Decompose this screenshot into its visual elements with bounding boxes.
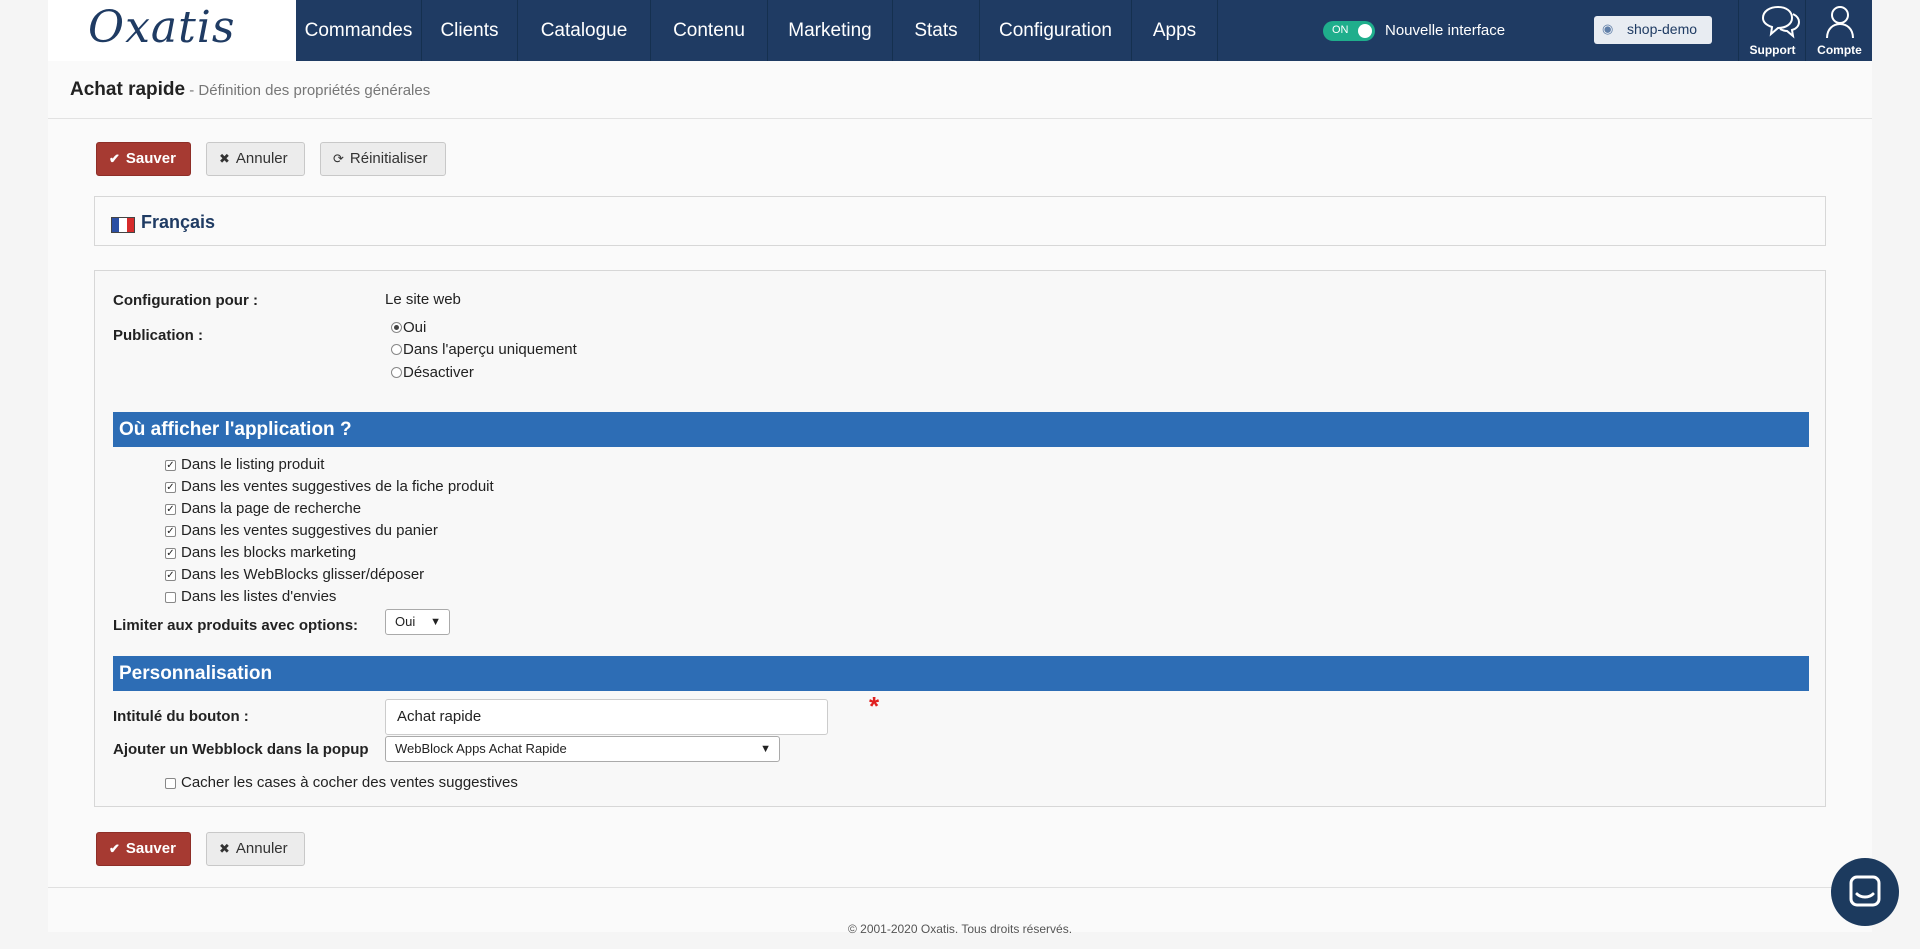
top-navigation-bar: Oxatis Commandes Clients Catalogue Conte… [48,0,1872,61]
page-subtitle: - Définition des propriétés générales [185,82,431,99]
save-label: Sauver [125,840,176,857]
limit-options-select[interactable]: Oui ▼ [385,609,450,635]
where-checkbox-listing[interactable]: ✓ [165,460,176,471]
nav-catalogue[interactable]: Catalogue [518,0,651,61]
where-checkbox-cart[interactable]: ✓ [165,526,176,537]
language-label[interactable]: Français [141,212,215,233]
webblock-label: Ajouter un Webblock dans la popup [113,741,369,758]
publication-radio-disable[interactable] [391,367,402,378]
support-button[interactable]: Support [1738,0,1806,61]
checkmark-icon: ✔ [109,841,120,856]
section-header-where: Où afficher l'application ? [113,412,1809,447]
title-divider [48,118,1872,119]
nav-marketing[interactable]: Marketing [768,0,893,61]
section-header-customization: Personnalisation [113,656,1809,691]
footer-divider [48,887,1872,888]
close-icon: ✖ [219,841,230,856]
publication-option-label: Dans l'aperçu uniquement [403,341,577,358]
save-label: Sauver [125,150,176,167]
nav-clients[interactable]: Clients [422,0,518,61]
where-option-label: Dans le listing produit [181,456,325,473]
chat-bubbles-icon [1761,5,1801,39]
cancel-button-top[interactable]: ✖ Annuler [206,142,305,176]
settings-form: Configuration pour : Le site web Publica… [94,270,1826,807]
where-option-label: Dans les listes d'envies [181,588,337,605]
logo-text: Oxatis [88,2,236,53]
webblock-value: WebBlock Apps Achat Rapide [395,741,567,756]
support-label: Support [1749,43,1796,57]
checkmark-icon: ✔ [109,151,120,166]
where-checkbox-wishlists[interactable] [165,592,176,603]
close-icon: ✖ [219,151,230,166]
page-title-main: Achat rapide [70,79,186,100]
webblock-select[interactable]: WebBlock Apps Achat Rapide ▼ [385,736,780,762]
user-icon [1826,6,1854,39]
new-interface-toggle[interactable]: ON [1323,21,1375,41]
french-flag-icon [111,217,135,233]
chat-icon [1849,875,1881,907]
page: Oxatis Commandes Clients Catalogue Conte… [48,0,1872,936]
cancel-label: Annuler [235,840,288,857]
chat-launcher-button[interactable] [1831,858,1899,926]
config-for-value: Le site web [385,291,461,308]
shop-demo-button[interactable]: ◉ shop-demo [1594,16,1712,44]
account-label: Compte [1817,43,1862,57]
eye-icon: ◉ [1602,21,1614,36]
limit-options-value: Oui [395,614,416,629]
shop-demo-label: shop-demo [1627,21,1698,37]
publication-label: Publication : [113,327,203,344]
where-option-label: Dans les blocks marketing [181,544,357,561]
toggle-knob [1358,24,1372,38]
oxatis-logo[interactable]: Oxatis [48,0,296,61]
button-label-label: Intitulé du bouton : [113,708,249,725]
new-interface-label: Nouvelle interface [1385,22,1506,39]
save-button-top[interactable]: ✔ Sauver [96,142,191,176]
publication-option-label: Oui [403,319,427,336]
where-checkbox-product-page[interactable]: ✓ [165,482,176,493]
where-checkbox-marketing-blocks[interactable]: ✓ [165,548,176,559]
page-title: Achat rapide - Définition des propriétés… [70,79,430,101]
nav-contenu[interactable]: Contenu [651,0,768,61]
nav-stats[interactable]: Stats [893,0,980,61]
hide-suggestive-checkbox[interactable] [165,778,176,789]
publication-radio-preview[interactable] [391,344,402,355]
where-option-label: Dans les WebBlocks glisser/déposer [181,566,425,583]
nav-commandes[interactable]: Commandes [296,0,422,61]
where-option-label: Dans la page de recherche [181,500,362,517]
publication-option-label: Désactiver [403,364,474,381]
publication-radio-oui[interactable] [391,322,402,333]
toggle-label: ON [1332,24,1349,36]
config-for-label: Configuration pour : [113,292,258,309]
language-panel: Français [94,196,1826,246]
where-option-label: Dans les ventes suggestives du panier [181,522,438,539]
limit-options-label: Limiter aux produits avec options: [113,617,359,634]
where-option-label: Dans les ventes suggestives de la fiche … [181,478,494,495]
account-button[interactable]: Compte [1805,0,1873,61]
cancel-button-bottom[interactable]: ✖ Annuler [206,832,305,866]
reset-button[interactable]: ⟳ Réinitialiser [320,142,446,176]
cancel-label: Annuler [235,150,288,167]
dropdown-arrow-icon: ▼ [430,616,441,628]
where-checkbox-webblocks[interactable]: ✓ [165,570,176,581]
refresh-icon: ⟳ [333,151,344,166]
nav-apps[interactable]: Apps [1132,0,1218,61]
nav-configuration[interactable]: Configuration [980,0,1132,61]
footer-copyright: © 2001-2020 Oxatis. Tous droits réservés… [847,922,1073,936]
button-label-input[interactable]: Achat rapide [385,699,828,735]
save-button-bottom[interactable]: ✔ Sauver [96,832,191,866]
required-asterisk: * [869,691,880,721]
reset-label: Réinitialiser [349,150,428,167]
where-checkbox-search[interactable]: ✓ [165,504,176,515]
dropdown-arrow-icon: ▼ [760,743,771,755]
hide-suggestive-label: Cacher les cases à cocher des ventes sug… [181,774,518,791]
